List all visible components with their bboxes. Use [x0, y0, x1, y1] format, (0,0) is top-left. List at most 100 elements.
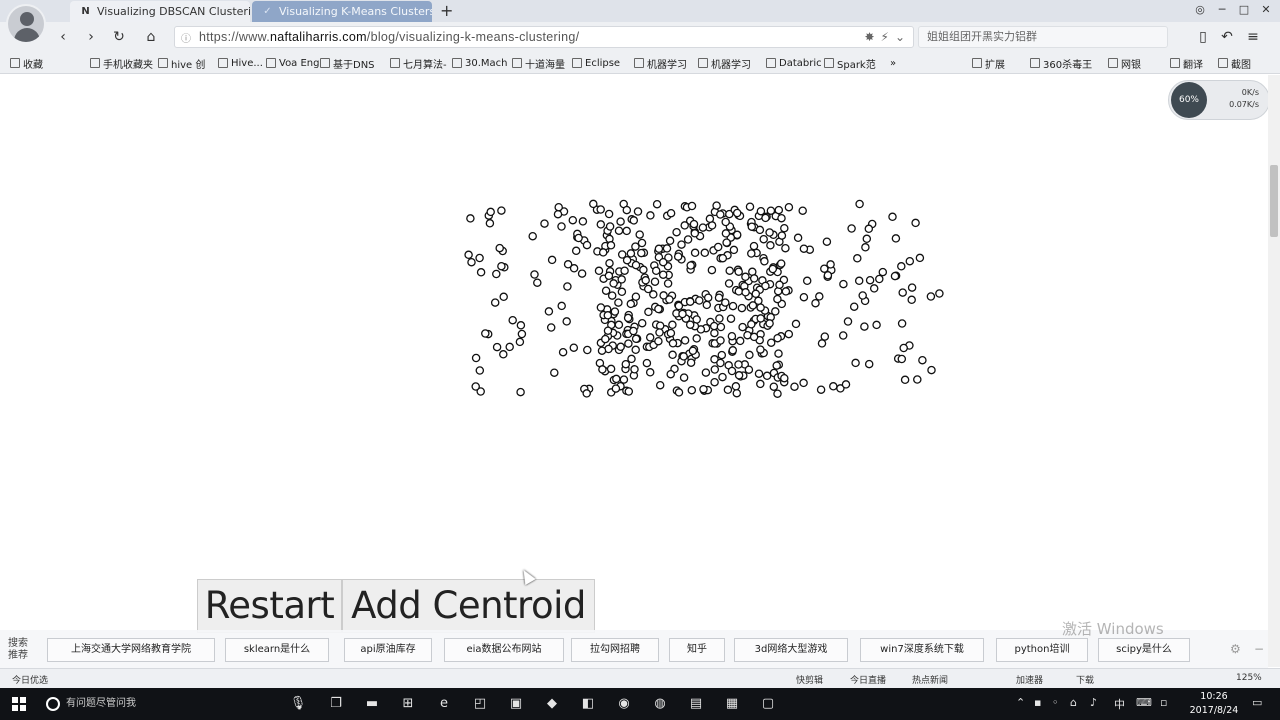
app-icon-6[interactable]: ▣	[506, 694, 526, 714]
file-explorer-icon[interactable]: ▬	[362, 694, 382, 714]
address-bar[interactable]: ⓘ https://www.naftaliharris.com/blog/vis…	[174, 26, 914, 48]
hot-search-item[interactable]: 知乎	[669, 638, 725, 662]
status-item[interactable]: 今日直播	[850, 673, 886, 686]
app-icon-5[interactable]: ◰	[470, 694, 490, 714]
app-icon-12[interactable]: ▦	[722, 694, 742, 714]
data-point	[765, 228, 774, 237]
app-icon-11[interactable]: ▤	[686, 694, 706, 714]
search-suggestion-box[interactable]: 姐姐组团开黑实力铝群	[918, 26, 1168, 48]
plugin-icon[interactable]: ✸	[864, 30, 874, 44]
restart-button[interactable]: Restart	[197, 579, 342, 633]
hot-search-item[interactable]: eia数据公布网站	[444, 638, 564, 662]
cortana-search[interactable]: 有问题尽管问我	[44, 694, 284, 714]
new-tab-button[interactable]: +	[440, 1, 453, 21]
clock[interactable]: 10:26 2017/8/24	[1186, 690, 1242, 718]
app-icon-8[interactable]: ◧	[578, 694, 598, 714]
bookmark-item[interactable]: 十道海量	[512, 55, 565, 71]
add-centroid-button[interactable]: Add Centroid	[342, 579, 595, 633]
bookmark-item[interactable]: Hive...	[218, 55, 263, 71]
bookmark-right-item[interactable]: 翻译	[1170, 55, 1203, 71]
bookmark-right-item[interactable]: 360杀毒王	[1030, 55, 1092, 71]
close-icon[interactable]: ✕	[1256, 3, 1276, 16]
settings-icon[interactable]: ⚙	[1230, 642, 1241, 656]
kmeans-scatter-canvas[interactable]	[0, 75, 1268, 667]
close-hotbar-icon[interactable]: −	[1254, 642, 1264, 656]
bookmark-right-item[interactable]: 网银	[1108, 55, 1141, 71]
data-point	[721, 298, 730, 307]
status-item[interactable]: 快剪辑	[796, 673, 823, 686]
maximize-icon[interactable]: □	[1234, 3, 1254, 16]
store-icon[interactable]: ⊞	[398, 694, 418, 714]
volume-icon[interactable]: ♪	[1090, 696, 1097, 709]
bookmark-item[interactable]: 机器学习	[698, 55, 751, 71]
status-item[interactable]: 下载	[1076, 673, 1094, 686]
bookmark-right-item[interactable]: 截图	[1218, 55, 1251, 71]
network-speed-widget[interactable]: 60% 0K/s 0.07K/s	[1168, 80, 1270, 120]
site-info-icon[interactable]: ⓘ	[179, 30, 193, 45]
status-item[interactable]: 加速器	[1016, 673, 1043, 686]
bookmark-item[interactable]: Databric	[766, 55, 822, 71]
hot-search-item[interactable]: sklearn是什么	[225, 638, 329, 662]
windows-start-icon[interactable]	[12, 697, 26, 711]
network-icon[interactable]: ⌂	[1070, 696, 1077, 709]
data-point	[732, 388, 742, 398]
undo-icon[interactable]: ↶	[1216, 27, 1238, 47]
hot-search-item[interactable]: win7深度系统下载	[860, 638, 984, 662]
app-icon-7[interactable]: ◆	[542, 694, 562, 714]
bookmark-item[interactable]: 30.Mach	[452, 55, 508, 71]
tray-app-icon[interactable]: ◦	[1052, 696, 1059, 709]
tab-kmeans[interactable]: ✓ Visualizing K-Means Clusters	[252, 1, 432, 22]
data-point	[722, 238, 731, 247]
task-view-icon[interactable]: ❐	[326, 694, 346, 714]
skin-icon[interactable]: ◎	[1190, 3, 1210, 16]
hot-search-item[interactable]: 拉勾网招聘	[571, 638, 659, 662]
browser-360-icon[interactable]: ◉	[614, 694, 634, 714]
hot-search-item[interactable]: 3d网络大型游戏	[734, 638, 848, 662]
hot-search-item[interactable]: scipy是什么	[1098, 638, 1190, 662]
status-recommend[interactable]: 今日优选	[12, 673, 48, 686]
home-icon[interactable]: ⌂	[140, 27, 162, 47]
minimize-icon[interactable]: ─	[1212, 3, 1232, 16]
tray-chevron-icon[interactable]: ⌃	[1016, 696, 1025, 709]
bookmark-item[interactable]: hive 创	[158, 55, 205, 71]
lightning-icon[interactable]: ⚡	[881, 30, 889, 44]
data-point	[749, 332, 759, 342]
bookmark-icon	[390, 58, 400, 68]
hot-search-item[interactable]: 上海交通大学网络教育学院	[47, 638, 215, 662]
bookmark-item[interactable]: »	[890, 55, 896, 71]
mic-icon[interactable]: 🎙	[288, 694, 308, 714]
app-icon-10[interactable]: ◍	[650, 694, 670, 714]
sidebar-icon[interactable]: ▯	[1192, 27, 1214, 47]
bookmark-item[interactable]: Eclipse	[572, 55, 620, 71]
bookmark-item[interactable]: 收藏	[10, 55, 43, 71]
bookmark-item[interactable]: 七月算法-	[390, 55, 447, 71]
bookmark-item[interactable]: 手机收藏夹	[90, 55, 153, 71]
page-scrollbar[interactable]	[1268, 75, 1280, 667]
user-avatar[interactable]	[6, 4, 46, 44]
hot-search-item[interactable]: api原油库存	[344, 638, 432, 662]
status-item[interactable]: 125%	[1236, 673, 1262, 683]
bookmark-item[interactable]: 基于DNS	[320, 55, 375, 71]
notification-icon[interactable]: ▭	[1252, 696, 1262, 709]
menu-icon[interactable]: ≡	[1242, 27, 1264, 47]
data-point	[781, 243, 790, 253]
dropdown-icon[interactable]: ⌄	[895, 30, 905, 44]
scrollbar-thumb[interactable]	[1270, 165, 1278, 237]
tray-app-icon[interactable]: ▫	[1160, 696, 1167, 709]
tab-dbscan[interactable]: N Visualizing DBSCAN Clustering	[70, 1, 250, 22]
bookmark-item[interactable]: 机器学习	[634, 55, 687, 71]
bookmark-item[interactable]: Voa Eng	[266, 55, 320, 71]
refresh-icon[interactable]: ↻	[108, 27, 130, 47]
ime-indicator[interactable]: 中	[1114, 696, 1125, 712]
status-item[interactable]: 热点新闻	[912, 673, 948, 686]
keyboard-icon[interactable]: ⌨	[1136, 696, 1152, 709]
tray-app-icon[interactable]: ▪	[1034, 696, 1041, 709]
bookmark-item[interactable]: Spark范	[824, 55, 876, 71]
app-icon-13[interactable]: ▢	[758, 694, 778, 714]
forward-icon[interactable]: ›	[80, 27, 102, 47]
back-icon[interactable]: ‹	[52, 27, 74, 47]
edge-icon[interactable]: e	[434, 694, 454, 714]
bookmark-icon	[266, 58, 276, 68]
bookmark-right-item[interactable]: 扩展	[972, 55, 1005, 71]
hot-search-item[interactable]: python培训	[996, 638, 1088, 662]
